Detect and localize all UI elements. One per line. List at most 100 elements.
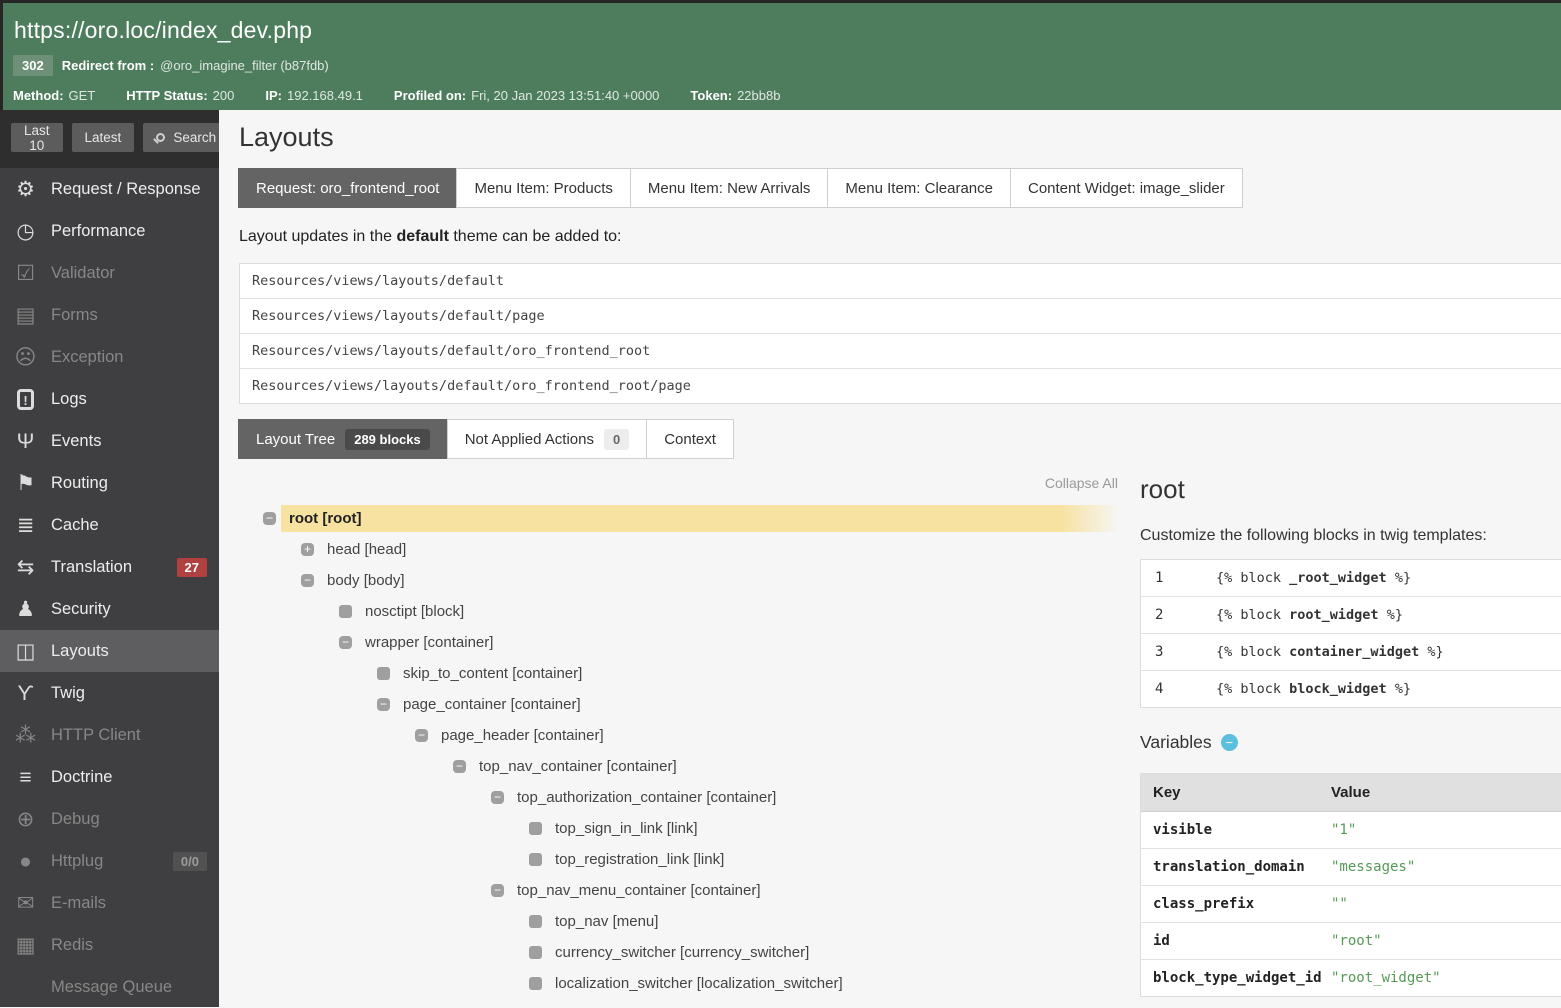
twig-block-number: 2 (1155, 607, 1164, 623)
collapse-all-link[interactable]: Collapse All (239, 475, 1118, 491)
sidebar-item[interactable]: ⇆ Translation 27 (0, 546, 219, 588)
sidebar-item-label: Performance (51, 221, 146, 240)
sidebar-item[interactable]: ☹ Exception (0, 336, 219, 378)
tree-node[interactable]: wrapper [container] (239, 627, 1120, 658)
twig-block-name: block_widget (1289, 681, 1387, 697)
tree-node[interactable]: localization_switcher [localization_swit… (239, 968, 1120, 999)
sidebar-item[interactable]: ⊕ Debug (0, 798, 219, 840)
context-tab[interactable]: Menu Item: Products (456, 168, 631, 208)
sidebar-item[interactable]: ϒ Twig (0, 672, 219, 714)
twig-block-code: {% block root_widget %} (1216, 597, 1403, 633)
sidebar-item-label: Exception (51, 347, 124, 366)
tree-toggle-icon[interactable] (491, 791, 504, 804)
tree-toggle-icon[interactable] (491, 884, 504, 897)
tree-node-label: top_nav [menu] (547, 908, 1120, 935)
block-details-panel: root Customize the following blocks in t… (1140, 459, 1561, 999)
context-tab[interactable]: Content Widget: image_slider (1010, 168, 1243, 208)
tree-node-label: top_sign_in_link [link] (547, 815, 1120, 842)
sidebar-toolbar-button[interactable]: Search (143, 123, 230, 152)
tree-node[interactable]: page_header [container] (239, 720, 1120, 751)
tree-node[interactable]: nosctipt [block] (239, 596, 1120, 627)
tree-node-label: top_registration_link [link] (547, 846, 1120, 873)
sidebar-item-badge: 27 (176, 557, 207, 577)
elephant-icon: ● (19, 849, 32, 873)
tree-node[interactable]: root [root] (239, 503, 1120, 534)
profiler-header: https://oro.loc/index_dev.php 302 Redire… (0, 0, 1561, 110)
twig-code-suffix: %} (1419, 644, 1444, 660)
stack-icon: ▦ (15, 933, 36, 957)
tree-toggle-icon[interactable] (529, 853, 542, 866)
tree-toggle-icon[interactable] (301, 574, 314, 587)
sidebar-item[interactable]: ⁂ HTTP Client (0, 714, 219, 756)
sidebar-item[interactable]: ! Logs (0, 378, 219, 420)
sidebar-item[interactable]: ♟ Security (0, 588, 219, 630)
twig-code-prefix: {% block (1216, 607, 1290, 623)
tree-node[interactable]: head [head] (239, 534, 1120, 565)
sidebar-item-label: Security (51, 599, 111, 618)
redirect-value[interactable]: @oro_imagine_filter (b87fdb) (160, 58, 329, 73)
tree-toggle-icon[interactable] (529, 915, 542, 928)
sidebar-item[interactable]: Ψ Events (0, 420, 219, 462)
tree-node[interactable]: top_authorization_container [container] (239, 782, 1120, 813)
tree-toggle-icon[interactable] (377, 667, 390, 680)
sidebar-item[interactable]: ◫ Layouts (0, 630, 219, 672)
tree-toggle-icon[interactable] (453, 760, 466, 773)
sidebar-item-label: Twig (51, 683, 85, 702)
sidebar-item[interactable]: Message Queue (0, 966, 219, 1008)
sidebar-item[interactable]: ☑ Validator (0, 252, 219, 294)
sidebar-item[interactable]: ≡ Doctrine (0, 756, 219, 798)
tab-label: Layout Tree (256, 430, 336, 448)
tree-node[interactable]: page_container [container] (239, 689, 1120, 720)
tree-toggle-icon[interactable] (377, 698, 390, 711)
tree-toggle-icon[interactable] (529, 977, 542, 990)
sidebar-item[interactable]: ✉ E-mails (0, 882, 219, 924)
sidebar-item-label: Httplug (51, 851, 104, 870)
tree-toggle-icon[interactable] (529, 822, 542, 835)
tree-toggle-icon[interactable] (415, 729, 428, 742)
context-tab[interactable]: Request: oro_frontend_root (238, 168, 458, 208)
tree-toggle-icon[interactable] (339, 605, 352, 618)
sidebar-item[interactable]: ▤ Forms (0, 294, 219, 336)
tree-toggle-icon[interactable] (339, 636, 352, 649)
tree-node[interactable]: body [body] (239, 565, 1120, 596)
meta-item: Method: GET (13, 88, 95, 103)
tree-node[interactable]: top_nav_container [container] (239, 751, 1120, 782)
compass-icon: ⊕ (16, 807, 35, 831)
tree-node[interactable]: currency_switcher [currency_switcher] (239, 937, 1120, 968)
block-type: [menu] (612, 913, 659, 930)
twig-block-number: 1 (1155, 570, 1164, 586)
tree-node[interactable]: top_sign_in_link [link] (239, 813, 1120, 844)
tree-node[interactable]: top_nav_menu_container [container] (239, 875, 1120, 906)
meta-label: HTTP Status: (126, 88, 208, 103)
sidebar-item[interactable]: ◷ Performance (0, 210, 219, 252)
sidebar-item[interactable]: ● Httplug 0/0 (0, 840, 219, 882)
variable-row: id "root" (1141, 922, 1561, 959)
tree-tab[interactable]: Layout Tree 289 blocks (238, 419, 448, 459)
layout-update-paths: Resources/views/layouts/default Resource… (239, 263, 1561, 404)
meta-label: Token: (690, 88, 733, 103)
tab-label: Menu Item: Clearance (845, 179, 993, 197)
sidebar-item[interactable]: ▦ Redis (0, 924, 219, 966)
variable-value: "1" (1331, 822, 1357, 838)
tree-node[interactable]: top_nav [menu] (239, 906, 1120, 937)
tree-node-label: top_authorization_container [container] (509, 784, 1120, 811)
context-tab[interactable]: Menu Item: New Arrivals (629, 168, 829, 208)
tree-tab[interactable]: Context (646, 419, 734, 459)
sidebar-toolbar-button[interactable]: Last 10 (11, 123, 63, 153)
sidebar-item[interactable]: ⚙ Request / Response (0, 168, 219, 210)
sidebar-toolbar-button[interactable]: Latest (71, 123, 135, 152)
tree-toggle-icon[interactable] (301, 543, 314, 556)
tree-node-label: skip_to_content [container] (395, 660, 1120, 687)
tree-node-label: page_container [container] (395, 691, 1120, 718)
sidebar-item[interactable]: ⚑ Routing (0, 462, 219, 504)
collapse-variables-button[interactable] (1220, 734, 1238, 751)
tree-toggle-icon[interactable] (263, 512, 276, 525)
tree-tab[interactable]: Not Applied Actions 0 (446, 419, 648, 459)
tree-node[interactable]: top_registration_link [link] (239, 844, 1120, 875)
variable-value: "messages" (1331, 859, 1416, 875)
twig-block-row: 2 {% block root_widget %} (1141, 596, 1561, 633)
tree-node[interactable]: skip_to_content [container] (239, 658, 1120, 689)
tree-toggle-icon[interactable] (529, 946, 542, 959)
sidebar-item[interactable]: ≣ Cache (0, 504, 219, 546)
context-tab[interactable]: Menu Item: Clearance (827, 168, 1011, 208)
